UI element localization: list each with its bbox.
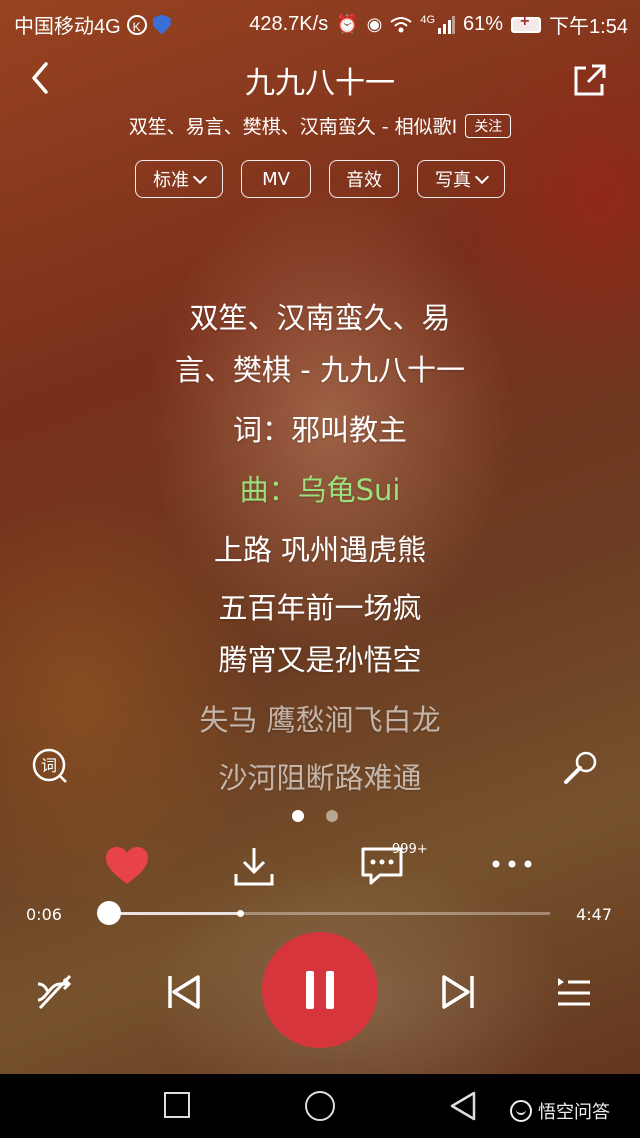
- artist-subtitle[interactable]: 双笙、易言、樊棋、汉南蛮久 - 相似歌I: [129, 112, 458, 139]
- mv-button[interactable]: MV: [241, 160, 311, 198]
- page-dot[interactable]: [326, 810, 338, 822]
- previous-icon[interactable]: [164, 972, 204, 1012]
- chevron-down-icon: [474, 169, 490, 184]
- lyric-line: 双笙、汉南蛮久、易: [189, 301, 451, 335]
- more-icon[interactable]: [490, 858, 534, 870]
- lyric-line: 词：邪叫教主: [232, 413, 407, 447]
- shield-icon: [152, 14, 171, 35]
- song-title: 九九八十一: [245, 66, 395, 101]
- follow-button[interactable]: 关注: [465, 113, 512, 138]
- lyric-line: 失马 鹰愁涧飞白龙: [199, 703, 441, 737]
- net-type: 4G: [420, 13, 436, 26]
- current-time: 0:06: [26, 905, 62, 924]
- watermark-text: 悟空问答: [538, 1102, 610, 1123]
- watermark: 悟空问答: [510, 1098, 610, 1124]
- page-dot-active: [292, 810, 304, 822]
- microphone-icon[interactable]: [560, 748, 600, 788]
- k-badge-icon: K: [126, 14, 147, 35]
- clock: 下午1:54: [549, 16, 628, 38]
- quality-label: 标准: [153, 170, 189, 191]
- sound-effects-button[interactable]: 音效: [329, 160, 399, 198]
- lyric-line: 五百年前一场疯: [218, 591, 422, 625]
- heart-icon[interactable]: [104, 846, 150, 886]
- wifi-icon: [390, 16, 412, 32]
- progress-track[interactable]: [100, 912, 550, 915]
- playlist-icon[interactable]: [554, 972, 594, 1012]
- page-indicator: [292, 810, 338, 822]
- lyric-line: 腾宵又是孙悟空: [218, 643, 422, 677]
- lyric-line: 上路 巩州遇虎熊: [213, 533, 427, 567]
- status-bar: 中国移动4G K 428.7K/s ⏰ ◉ 4G 61% 下午1:54: [0, 0, 640, 44]
- play-pause-button[interactable]: [262, 932, 378, 1048]
- photo-label: 写真: [435, 170, 471, 191]
- watermark-logo-icon: [510, 1100, 532, 1122]
- lyric-line-active: 曲：乌龟Sui: [239, 473, 401, 507]
- battery-icon: [511, 13, 542, 33]
- comment-count-badge: 999+: [392, 842, 428, 857]
- chevron-down-icon: [192, 169, 208, 184]
- carrier-label: 中国移动4G: [14, 16, 121, 38]
- options-row: 标准 MV 音效 写真: [0, 160, 640, 198]
- home-button[interactable]: [305, 1091, 335, 1121]
- shuffle-off-icon[interactable]: [34, 972, 74, 1012]
- signal-icon: [438, 15, 456, 34]
- photo-dropdown[interactable]: 写真: [417, 160, 505, 198]
- lyric-line: 言、樊棋 - 九九八十一: [175, 353, 465, 387]
- lyric-line: 沙河阻断路难通: [218, 761, 422, 795]
- alarm-icon: ⏰: [336, 14, 359, 34]
- back-icon[interactable]: [22, 58, 62, 98]
- recents-button[interactable]: [164, 1092, 190, 1118]
- share-icon[interactable]: [570, 60, 610, 100]
- buffer-marker: [236, 910, 244, 917]
- lyric-icon-text: 词: [41, 756, 57, 775]
- next-icon[interactable]: [438, 972, 478, 1012]
- effects-label: 音效: [346, 170, 382, 191]
- pause-icon: [300, 971, 340, 1009]
- artist-row: 双笙、易言、樊棋、汉南蛮久 - 相似歌I 关注: [0, 112, 640, 139]
- net-speed: 428.7K/s: [249, 13, 329, 35]
- total-time: 4:47: [576, 905, 612, 924]
- nav-back-icon[interactable]: [448, 1090, 478, 1122]
- eye-icon: ◉: [366, 14, 383, 34]
- battery-percent: 61%: [463, 13, 504, 35]
- mv-label: MV: [262, 168, 290, 190]
- lyric-toggle-icon[interactable]: 词: [30, 746, 70, 786]
- quality-dropdown[interactable]: 标准: [135, 160, 223, 198]
- download-icon[interactable]: [232, 844, 276, 888]
